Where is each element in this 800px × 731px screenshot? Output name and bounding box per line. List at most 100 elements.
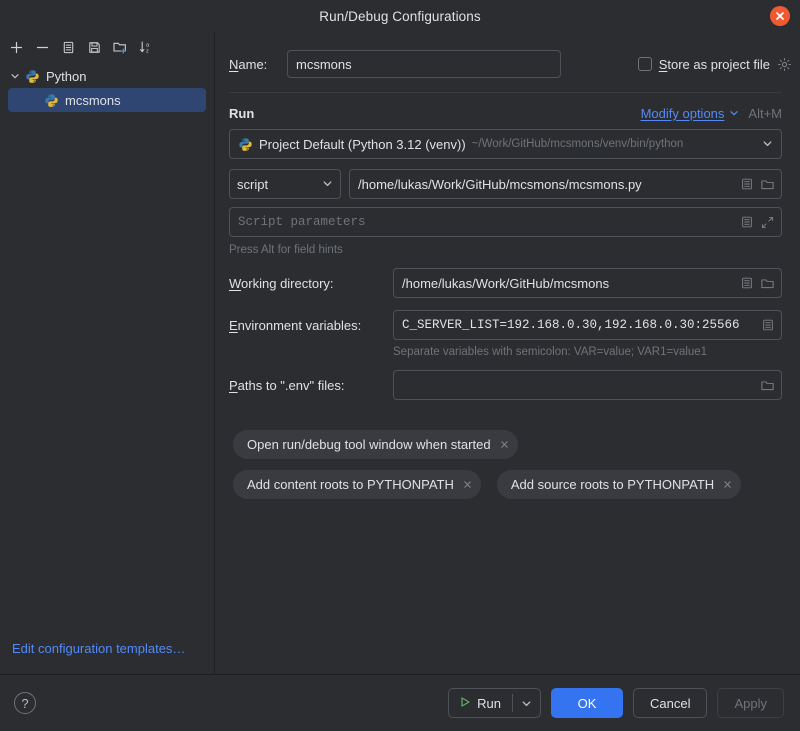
play-icon: [459, 696, 471, 711]
store-as-project-file-checkbox[interactable]: [637, 57, 652, 71]
folder-icon[interactable]: [759, 377, 776, 394]
script-parameters-input[interactable]: Script parameters: [229, 207, 782, 237]
apply-button: Apply: [717, 688, 784, 718]
store-as-project-file-label[interactable]: Store as project file: [659, 57, 770, 72]
close-icon[interactable]: [500, 440, 509, 449]
run-button-dropdown[interactable]: [513, 689, 540, 717]
run-section-title: Run: [229, 106, 255, 121]
script-path-icons: [732, 176, 776, 193]
option-chip: Open run/debug tool window when started: [233, 430, 518, 459]
environment-variables-value: C_SERVER_LIST=192.168.0.30,192.168.0.30:…: [402, 318, 740, 332]
plus-icon: [10, 41, 22, 53]
svg-text:z: z: [146, 49, 149, 55]
help-button[interactable]: ?: [14, 692, 36, 714]
edit-configuration-templates-link[interactable]: Edit configuration templates…: [12, 641, 185, 656]
env-files-input[interactable]: [393, 370, 782, 400]
add-configuration-button[interactable]: [4, 35, 28, 59]
name-label: Name:: [229, 56, 268, 72]
remove-configuration-button[interactable]: [30, 35, 54, 59]
copy-configuration-button[interactable]: [56, 35, 80, 59]
macro-list-icon[interactable]: [759, 317, 776, 334]
tree-group-python[interactable]: Python: [0, 64, 214, 88]
chevron-down-icon[interactable]: [729, 106, 739, 121]
tree-group-label: Python: [46, 68, 87, 84]
folder-icon[interactable]: [759, 176, 776, 193]
environment-variables-input[interactable]: C_SERVER_LIST=192.168.0.30,192.168.0.30:…: [393, 310, 782, 340]
save-configuration-button[interactable]: [82, 35, 106, 59]
chevron-down-icon[interactable]: [754, 137, 773, 152]
folder-icon[interactable]: [759, 275, 776, 292]
run-debug-configurations-dialog: Run/Debug Configurations a z Python mcsm…: [0, 0, 800, 731]
script-parameters-placeholder: Script parameters: [238, 215, 366, 229]
run-button[interactable]: Run: [448, 688, 541, 718]
chevron-down-icon[interactable]: [322, 177, 333, 192]
macro-list-icon[interactable]: [738, 176, 755, 193]
script-target-row: script /home/lukas/Work/GitHub/mcsmons/m…: [229, 169, 782, 199]
ok-button[interactable]: OK: [551, 688, 623, 718]
working-directory-label: Working directory:: [229, 275, 334, 291]
field-hint-text: Press Alt for field hints: [229, 244, 343, 256]
expand-icon[interactable]: [759, 214, 776, 231]
minus-icon: [36, 46, 48, 48]
interpreter-path: ~/Work/GitHub/mcsmons/venv/bin/python: [471, 138, 684, 150]
env-files-icons: [753, 377, 776, 394]
gear-icon[interactable]: [777, 57, 792, 72]
working-directory-icons: [732, 275, 776, 292]
run-button-label: Run: [477, 695, 501, 711]
macro-list-icon[interactable]: [738, 275, 755, 292]
close-icon[interactable]: [463, 480, 472, 489]
copy-icon: [63, 41, 73, 53]
name-row: Name: mcsmons Store as project file: [229, 50, 792, 78]
cancel-button[interactable]: Cancel: [633, 688, 708, 718]
tree-item-mcsmons[interactable]: mcsmons: [8, 88, 206, 112]
environment-variables-hint: Separate variables with semicolon: VAR=v…: [393, 346, 708, 358]
dialog-footer: ? Run OK Cancel Apply: [0, 675, 800, 731]
option-chips-row-1: Open run/debug tool window when started: [229, 430, 782, 459]
option-chip-label: Open run/debug tool window when started: [247, 437, 491, 452]
environment-variables-row: Environment variables: C_SERVER_LIST=192…: [229, 310, 782, 340]
name-input[interactable]: mcsmons: [287, 50, 561, 78]
save-icon: [88, 41, 100, 53]
environment-variables-label: Environment variables:: [229, 317, 362, 333]
new-folder-button[interactable]: [108, 35, 132, 59]
sort-configurations-button[interactable]: a z: [134, 35, 158, 59]
script-path-input[interactable]: /home/lukas/Work/GitHub/mcsmons/mcsmons.…: [349, 169, 782, 199]
option-chip: Add content roots to PYTHONPATH: [233, 470, 481, 499]
run-section-header: Run Modify options Alt+M: [229, 106, 782, 121]
target-type-value: script: [237, 176, 269, 192]
tree-item-label: mcsmons: [65, 92, 121, 108]
python-interpreter-combobox[interactable]: Project Default (Python 3.12 (venv)) ~/W…: [229, 129, 782, 159]
name-input-value: mcsmons: [296, 56, 352, 72]
configurations-toolbar: a z: [0, 32, 214, 62]
option-chip-label: Add content roots to PYTHONPATH: [247, 477, 454, 492]
script-parameters-icons: [732, 214, 776, 231]
working-directory-value: /home/lukas/Work/GitHub/mcsmons: [402, 275, 610, 291]
python-icon: [238, 137, 253, 152]
chevron-down-icon: [522, 700, 531, 706]
env-files-row: Paths to ".env" files:: [229, 370, 782, 400]
option-chip: Add source roots to PYTHONPATH: [496, 470, 742, 499]
title-bar: Run/Debug Configurations: [0, 0, 800, 32]
configuration-form: Name: mcsmons Store as project file Run …: [215, 32, 800, 674]
working-directory-input[interactable]: /home/lukas/Work/GitHub/mcsmons: [393, 268, 782, 298]
option-chip-label: Add source roots to PYTHONPATH: [510, 477, 715, 492]
python-icon: [44, 93, 59, 108]
close-icon[interactable]: [770, 6, 790, 26]
chevron-down-icon[interactable]: [8, 69, 22, 83]
script-path-value: /home/lukas/Work/GitHub/mcsmons/mcsmons.…: [358, 176, 642, 192]
run-button-main[interactable]: Run: [449, 689, 512, 717]
store-as-project-file-group: Store as project file: [637, 57, 792, 72]
dialog-body: a z Python mcsmons Edit configuration te…: [0, 32, 800, 674]
option-chips-row-2: Add content roots to PYTHONPATH Add sour…: [229, 470, 782, 499]
sort-az-icon: a z: [139, 41, 150, 55]
macro-list-icon[interactable]: [738, 214, 755, 231]
footer-buttons: Run OK Cancel Apply: [448, 688, 784, 718]
target-type-combobox[interactable]: script: [229, 169, 341, 199]
configurations-tree: Python mcsmons: [0, 62, 214, 674]
interpreter-name: Project Default (Python 3.12 (venv)): [259, 136, 466, 152]
form-divider: [229, 92, 782, 93]
environment-variables-icons: [753, 317, 776, 334]
modify-options-group: Modify options Alt+M: [641, 106, 782, 121]
modify-options-link[interactable]: Modify options: [641, 106, 725, 121]
close-icon[interactable]: [723, 480, 732, 489]
